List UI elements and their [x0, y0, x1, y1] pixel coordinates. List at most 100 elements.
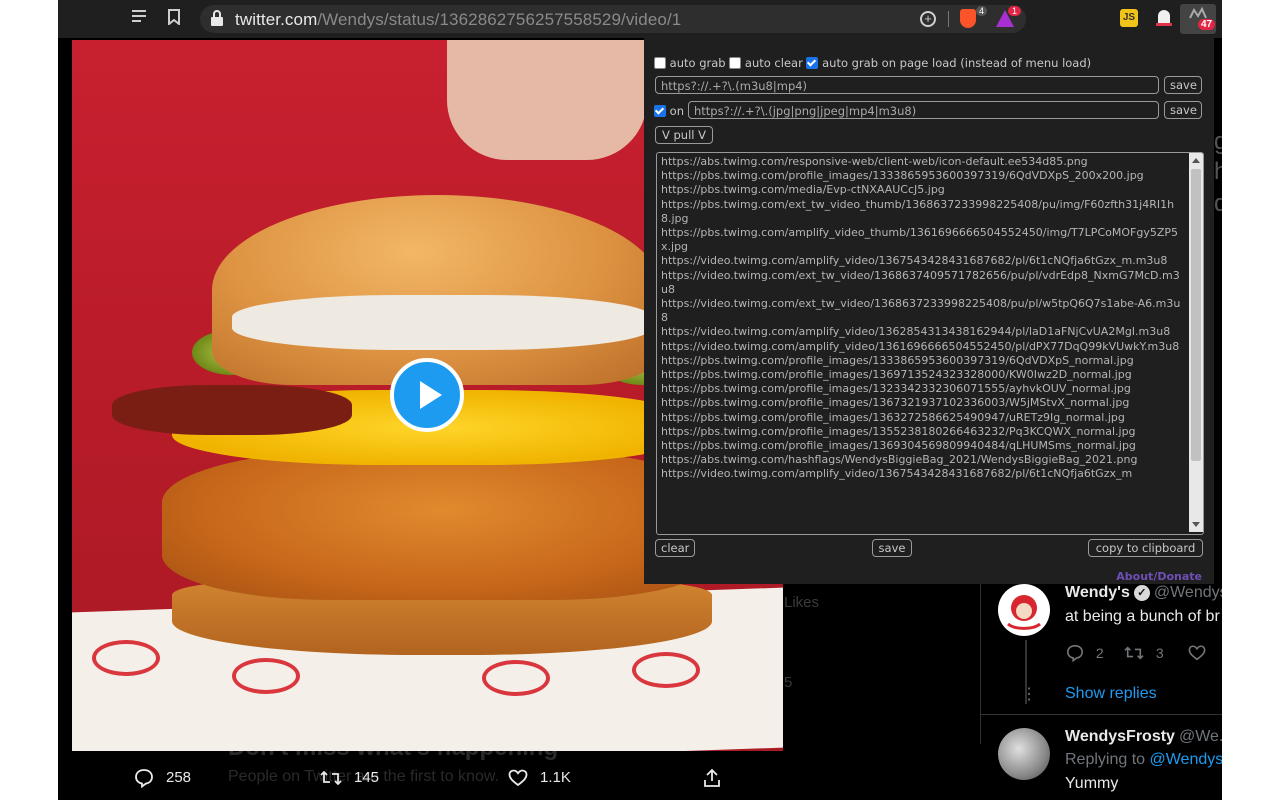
- url-list-content: https://abs.twimg.com/responsive-web/cli…: [661, 155, 1183, 482]
- ghost-letter-g: g: [1214, 128, 1222, 155]
- brave-shields-icon[interactable]: [960, 9, 976, 28]
- scroll-down-icon[interactable]: [1192, 522, 1200, 527]
- column-divider: [980, 584, 981, 744]
- url-list-item[interactable]: https://video.twimg.com/ext_tw_video/136…: [661, 297, 1183, 325]
- play-button[interactable]: [390, 358, 464, 432]
- url-list-item[interactable]: https://pbs.twimg.com/profile_images/132…: [661, 382, 1183, 396]
- heart-icon: [1188, 645, 1206, 661]
- more-dots-icon: ⋮: [1021, 686, 1037, 703]
- save-filter-button[interactable]: save: [1164, 101, 1202, 119]
- media-grabber-panel: auto grab auto clear auto grab on page l…: [644, 36, 1214, 584]
- reply-retweet-button[interactable]: 3: [1124, 644, 1164, 662]
- wendys-logo-pattern: [232, 658, 300, 694]
- reply-icon: [135, 769, 153, 789]
- auto-grab-checkbox[interactable]: [654, 57, 666, 69]
- javascript-extension-icon[interactable]: JS: [1120, 9, 1138, 27]
- about-donate-link[interactable]: About/Donate: [1116, 570, 1202, 583]
- scroll-up-icon[interactable]: [1192, 158, 1200, 163]
- media-grabber-badge: 47: [1198, 19, 1216, 30]
- like-button[interactable]: 1.1K: [508, 766, 571, 790]
- url-list-item[interactable]: https://video.twimg.com/ext_tw_video/136…: [661, 269, 1183, 297]
- reply2-author-handle: @We...: [1178, 728, 1222, 745]
- reply-divider: [980, 714, 1222, 715]
- retweet-icon: [1124, 646, 1144, 660]
- url-list-item[interactable]: https://pbs.twimg.com/ext_tw_video_thumb…: [661, 198, 1183, 226]
- share-button[interactable]: [702, 766, 722, 790]
- save-list-button[interactable]: save: [872, 539, 912, 557]
- url-host: twitter.com: [235, 10, 318, 29]
- burger-bacon: [112, 385, 352, 435]
- copy-to-clipboard-button[interactable]: copy to clipboard: [1088, 539, 1203, 557]
- like-count: 1.1K: [540, 769, 571, 787]
- url-list-item[interactable]: https://abs.twimg.com/responsive-web/cli…: [661, 155, 1183, 169]
- url-list-item[interactable]: https://video.twimg.com/amplify_video/13…: [661, 467, 1183, 481]
- pattern-input[interactable]: https?://.+?\.(m3u8|mp4): [655, 76, 1159, 94]
- filter-toggle: on: [654, 104, 684, 118]
- burger-chicken: [162, 450, 722, 600]
- url-list-item[interactable]: https://pbs.twimg.com/profile_images/135…: [661, 425, 1183, 439]
- filter-pattern-input[interactable]: https?://.+?\.(jpg|png|jpeg|mp4|m3u8): [688, 101, 1159, 119]
- auto-clear-label: auto clear: [744, 56, 803, 70]
- url-list-item[interactable]: https://pbs.twimg.com/amplify_video_thum…: [661, 226, 1183, 254]
- verified-icon: ✓: [1133, 584, 1150, 601]
- url-list-item[interactable]: https://video.twimg.com/amplify_video/13…: [661, 254, 1183, 268]
- bookmark-icon[interactable]: [164, 9, 184, 29]
- retweet-button[interactable]: 145: [320, 766, 379, 790]
- url-list-scrollbar[interactable]: [1189, 153, 1203, 532]
- auto-clear-checkbox[interactable]: [729, 57, 742, 69]
- wendys-logo-pattern: [482, 660, 550, 696]
- url-list-item[interactable]: https://pbs.twimg.com/profile_images/133…: [661, 354, 1183, 368]
- screen: twitter.com/Wendys/status/13628627562575…: [58, 0, 1222, 800]
- auto-grab-page-load-checkbox[interactable]: [806, 57, 819, 69]
- replying-to: Replying to @Wendys: [1065, 751, 1222, 769]
- burger-mayo: [232, 295, 652, 350]
- pull-button[interactable]: V pull V: [655, 126, 713, 144]
- url-list-item[interactable]: https://abs.twimg.com/hashflags/WendysBi…: [661, 453, 1183, 467]
- ghost-letter-d: d: [1214, 190, 1222, 217]
- clear-button[interactable]: clear: [655, 539, 695, 557]
- url-list-item[interactable]: https://video.twimg.com/amplify_video/13…: [661, 325, 1183, 339]
- reply2-author[interactable]: WendysFrosty@We...: [1065, 728, 1222, 746]
- url-text: twitter.com/Wendys/status/13628627562575…: [235, 10, 681, 30]
- play-icon: [420, 381, 442, 409]
- reply-reply-button[interactable]: 2: [1066, 644, 1104, 663]
- brave-rewards-badge: 1: [1008, 6, 1022, 16]
- reply-button[interactable]: 258: [134, 766, 191, 790]
- zoom-icon[interactable]: +: [920, 11, 936, 27]
- reply-like-button[interactable]: [1188, 644, 1206, 662]
- menu-icon[interactable]: [130, 9, 150, 29]
- ghost-letter-h: h: [1214, 158, 1222, 185]
- url-list-item[interactable]: https://pbs.twimg.com/profile_images/136…: [661, 368, 1183, 382]
- reply2-text: Yummy: [1065, 775, 1119, 792]
- filter-on-label: on: [669, 104, 684, 118]
- scroll-thumb[interactable]: [1191, 169, 1201, 461]
- number-ghost: 5: [784, 674, 793, 691]
- reply-author-name: Wendy's: [1065, 584, 1130, 601]
- reply-retweet-count: 3: [1155, 645, 1164, 662]
- show-replies-link[interactable]: Show replies: [1065, 685, 1157, 703]
- address-bar[interactable]: twitter.com/Wendys/status/13628627562575…: [200, 5, 1026, 33]
- filter-on-checkbox[interactable]: [654, 105, 666, 117]
- wendys-avatar[interactable]: [998, 584, 1050, 636]
- wendys-logo-pattern: [92, 640, 160, 676]
- save-pattern-button[interactable]: save: [1164, 76, 1202, 94]
- url-list-item[interactable]: https://video.twimg.com/amplify_video/13…: [661, 340, 1183, 354]
- heart-icon: [508, 769, 528, 787]
- replying-to-handle[interactable]: @Wendys: [1150, 751, 1223, 768]
- notification-extension-icon[interactable]: [1155, 8, 1173, 28]
- reply-author[interactable]: Wendy's ✓ @Wendys: [1065, 584, 1222, 602]
- url-list-item[interactable]: https://pbs.twimg.com/profile_images/136…: [661, 439, 1183, 453]
- reply-text: at being a bunch of br: [1065, 608, 1220, 625]
- frosty-avatar[interactable]: [998, 728, 1050, 780]
- hand-image: [447, 40, 647, 160]
- url-list-item[interactable]: https://pbs.twimg.com/media/Evp-ctNXAAUC…: [661, 183, 1183, 197]
- reply-count: 258: [166, 769, 192, 787]
- url-separator: [948, 11, 949, 27]
- url-list[interactable]: https://abs.twimg.com/responsive-web/cli…: [656, 152, 1204, 535]
- url-list-item[interactable]: https://pbs.twimg.com/profile_images/136…: [661, 396, 1183, 410]
- reply-reply-count: 2: [1095, 645, 1104, 662]
- retweet-count: 145: [354, 769, 380, 787]
- url-list-item[interactable]: https://pbs.twimg.com/profile_images/133…: [661, 169, 1183, 183]
- auto-grab-page-load-label: auto grab on page load (instead of menu …: [822, 56, 1092, 70]
- url-list-item[interactable]: https://pbs.twimg.com/profile_images/136…: [661, 411, 1183, 425]
